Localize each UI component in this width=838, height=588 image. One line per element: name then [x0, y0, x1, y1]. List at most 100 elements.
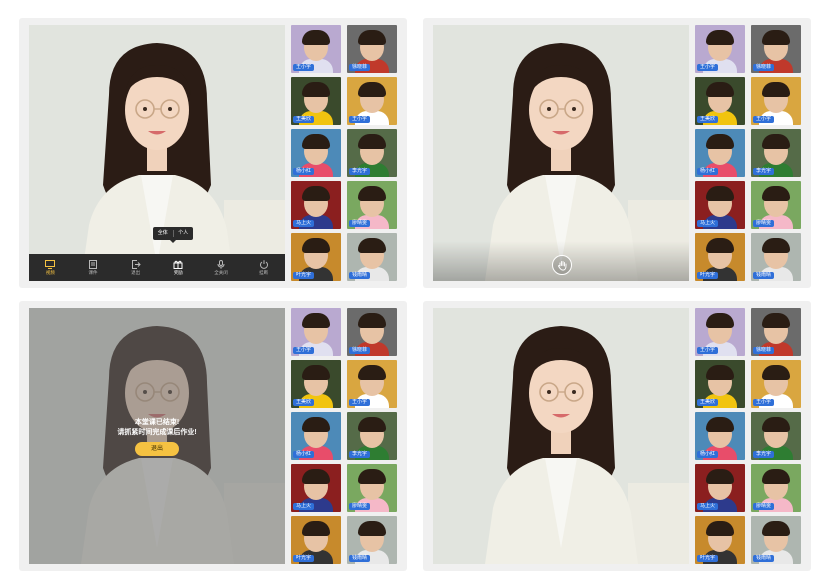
- student-name-tag: 钱雨晴: [753, 272, 775, 279]
- student-name-tag: 王小宇: [697, 347, 719, 354]
- student-name-tag: 王小宇: [293, 64, 315, 71]
- student-thumbnail[interactable]: 钱雨晴: [751, 233, 801, 281]
- student-thumbnail[interactable]: 马上火: [291, 464, 341, 512]
- student-thumbnail[interactable]: 杨小红: [291, 412, 341, 460]
- student-hair: [706, 365, 734, 380]
- student-name-tag: 钱雨晴: [349, 272, 371, 279]
- document-icon: [88, 259, 97, 269]
- student-thumbnail[interactable]: 徐晓菲: [347, 25, 397, 73]
- exit-class-button[interactable]: 退出: [135, 442, 179, 456]
- toolbar-exit-button[interactable]: 退出: [121, 259, 151, 276]
- gift-icon: [173, 260, 183, 269]
- student-thumbnail[interactable]: 李光宇: [347, 129, 397, 177]
- student-hair: [302, 365, 330, 380]
- student-thumbnail[interactable]: 王美欣: [291, 77, 341, 125]
- toolbar-exit-label: 退出: [131, 269, 141, 275]
- student-thumbnail[interactable]: 廖晴雯: [751, 464, 801, 512]
- student-thumbnail[interactable]: 王小宇: [347, 77, 397, 125]
- student-thumbnail[interactable]: 王小宇: [751, 360, 801, 408]
- microphone-icon: [217, 259, 225, 269]
- exit-icon: [131, 259, 141, 269]
- student-hair: [706, 238, 734, 253]
- student-hair: [706, 134, 734, 149]
- student-thumbnail[interactable]: 马上火: [695, 464, 745, 512]
- student-thumbnail[interactable]: 钱雨晴: [347, 233, 397, 281]
- student-thumbnail[interactable]: 杨小红: [695, 129, 745, 177]
- student-hair: [302, 30, 330, 45]
- student-hair: [358, 30, 386, 45]
- student-thumbnail[interactable]: 马上火: [291, 181, 341, 229]
- toolbar-mute-all-label: 全关闭: [214, 269, 228, 275]
- student-name-tag: 杨小红: [697, 451, 719, 458]
- student-hair: [302, 417, 330, 432]
- student-thumbnail[interactable]: 徐晓菲: [751, 308, 801, 356]
- reward-single-option[interactable]: 个人: [174, 227, 194, 240]
- student-name-tag: 徐晓菲: [349, 347, 371, 354]
- student-thumbnail[interactable]: 王小宇: [695, 308, 745, 356]
- student-thumbnail[interactable]: 杨小红: [291, 129, 341, 177]
- student-name-tag: 钱雨晴: [753, 555, 775, 562]
- student-hair: [706, 82, 734, 97]
- student-thumbnail[interactable]: 李光宇: [347, 412, 397, 460]
- student-thumbnail[interactable]: 王美欣: [695, 77, 745, 125]
- student-hair: [358, 238, 386, 253]
- student-hair: [706, 186, 734, 201]
- student-thumbnail[interactable]: 廖晴雯: [751, 181, 801, 229]
- student-thumbnail[interactable]: 叶光宇: [695, 516, 745, 564]
- class-toolbar: 视频 课件 退出 奖励 全关闭 挂断: [29, 254, 285, 281]
- toolbar-mute-all-button[interactable]: 全关闭: [206, 259, 236, 276]
- student-thumbnail[interactable]: 叶光宇: [695, 233, 745, 281]
- teacher-video: 全体 个人 视频 课件 退出 奖励 全关闭 挂断: [29, 25, 285, 281]
- student-name-tag: 李光宇: [349, 168, 371, 175]
- student-thumbnail[interactable]: 钱雨晴: [347, 516, 397, 564]
- student-hair: [762, 313, 790, 328]
- student-name-tag: 王小宇: [753, 116, 775, 123]
- student-grid: 王小宇 徐晓菲 王美欣 王小宇 杨小红 李光宇 马上火 廖晴雯 叶光宇 钱雨晴: [291, 308, 397, 564]
- student-thumbnail[interactable]: 王小宇: [347, 360, 397, 408]
- teacher-figure: [29, 25, 285, 281]
- student-thumbnail[interactable]: 王小宇: [695, 25, 745, 73]
- toolbar-hangup-button[interactable]: 挂断: [249, 259, 279, 276]
- raise-hand-button[interactable]: [552, 255, 572, 275]
- student-thumbnail[interactable]: 王小宇: [291, 25, 341, 73]
- student-thumbnail[interactable]: 钱雨晴: [751, 516, 801, 564]
- toolbar-video-label: 视频: [45, 269, 55, 275]
- student-thumbnail[interactable]: 李光宇: [751, 129, 801, 177]
- student-name-tag: 马上火: [293, 503, 315, 510]
- student-thumbnail[interactable]: 马上火: [695, 181, 745, 229]
- student-hair: [706, 30, 734, 45]
- student-name-tag: 马上火: [697, 503, 719, 510]
- teacher-video: 本堂课已结束! 请抓紧时间完成课后作业! 退出: [29, 308, 285, 564]
- hand-icon: [557, 260, 566, 270]
- class-ended-line2: 请抓紧时间完成课后作业!: [117, 429, 197, 436]
- student-thumbnail[interactable]: 王小宇: [751, 77, 801, 125]
- student-thumbnail[interactable]: 叶光宇: [291, 233, 341, 281]
- power-icon: [259, 259, 268, 269]
- teacher-video: [433, 25, 689, 281]
- student-name-tag: 廖晴雯: [753, 220, 775, 227]
- student-name-tag: 杨小红: [293, 451, 315, 458]
- student-thumbnail[interactable]: 王小宇: [291, 308, 341, 356]
- toolbar-courseware-button[interactable]: 课件: [78, 259, 108, 276]
- student-thumbnail[interactable]: 杨小红: [695, 412, 745, 460]
- student-thumbnail[interactable]: 李光宇: [751, 412, 801, 460]
- toolbar-reward-button[interactable]: 奖励: [163, 260, 193, 276]
- student-name-tag: 马上火: [293, 220, 315, 227]
- student-thumbnail[interactable]: 廖晴雯: [347, 464, 397, 512]
- student-hair: [762, 82, 790, 97]
- student-thumbnail[interactable]: 叶光宇: [291, 516, 341, 564]
- toolbar-video-button[interactable]: 视频: [35, 259, 65, 276]
- student-name-tag: 王美欣: [293, 399, 315, 406]
- student-hair: [302, 134, 330, 149]
- student-hair: [762, 365, 790, 380]
- reward-all-option[interactable]: 全体: [153, 227, 173, 240]
- student-thumbnail[interactable]: 廖晴雯: [347, 181, 397, 229]
- student-name-tag: 徐晓菲: [753, 64, 775, 71]
- student-thumbnail[interactable]: 王美欣: [695, 360, 745, 408]
- student-thumbnail[interactable]: 徐晓菲: [347, 308, 397, 356]
- teacher-video: [433, 308, 689, 564]
- student-name-tag: 李光宇: [753, 451, 775, 458]
- student-thumbnail[interactable]: 徐晓菲: [751, 25, 801, 73]
- student-thumbnail[interactable]: 王美欣: [291, 360, 341, 408]
- student-grid: 王小宇 徐晓菲 王美欣 王小宇 杨小红 李光宇 马上火 廖晴雯 叶光宇 钱雨晴: [695, 308, 801, 564]
